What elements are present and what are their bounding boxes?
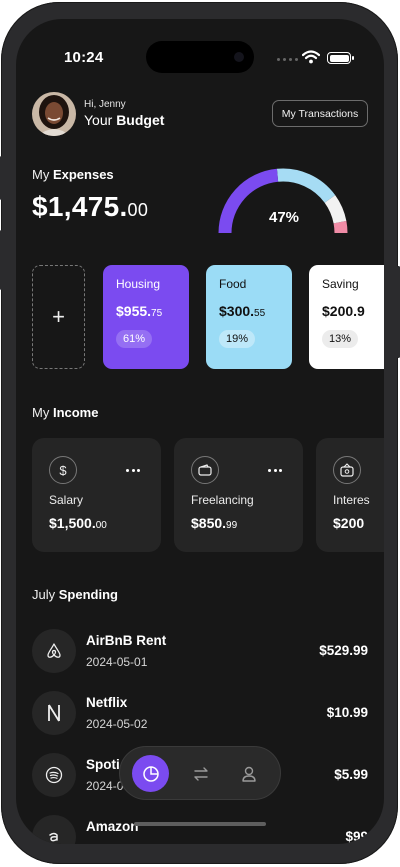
income-amount: $200 [333, 515, 365, 531]
income-section-title: My Income [32, 405, 99, 420]
expenses-total: $1,475.00 [32, 191, 149, 222]
spending-amount: $529.99 [319, 643, 368, 658]
income-card-interest[interactable]: Interes $200 [316, 438, 384, 552]
category-name: Saving [322, 277, 359, 291]
nav-profile-icon[interactable] [238, 763, 260, 785]
spending-amount: $10.99 [326, 705, 368, 720]
netflix-icon [32, 691, 76, 735]
spotify-icon [32, 753, 76, 797]
wifi-icon [302, 50, 320, 64]
app-screen: 10:24 Hi, Jenny Your Budget My Transacti… [16, 19, 384, 844]
income-amount: $1,500.00 [49, 515, 107, 531]
status-time: 10:24 [64, 49, 104, 66]
category-amount: $955.75 [116, 303, 163, 319]
category-percent-badge: 13% [322, 330, 359, 348]
category-percent-badge: 19% [219, 330, 256, 348]
phone-side-button [0, 230, 3, 290]
income-label: Salary [49, 493, 84, 507]
spending-row[interactable]: Amazon $99 [32, 815, 368, 844]
spending-name: Netflix [86, 695, 128, 710]
income-card-salary[interactable]: $ Salary $1,500.00 [32, 438, 161, 552]
category-amount: $300.55 [219, 303, 266, 319]
dollar-icon: $ [49, 456, 77, 484]
camera-icon [234, 52, 244, 62]
more-options-icon[interactable] [268, 469, 282, 472]
page-title: Your Budget [84, 112, 165, 128]
wallet-icon [191, 456, 219, 484]
spending-date: 2024-0 [86, 779, 124, 793]
spending-amount: $99 [345, 829, 368, 844]
nav-transfer-icon[interactable] [190, 763, 212, 785]
spending-amount: $5.99 [334, 767, 368, 782]
bottom-nav-bar [119, 746, 281, 800]
expenses-gauge-percent: 47% [268, 209, 300, 226]
avatar[interactable] [32, 92, 76, 136]
expenses-section-title: My Expenses [32, 167, 114, 182]
spending-name: Spoti [86, 757, 120, 772]
category-name: Housing [116, 277, 161, 291]
spending-row[interactable]: Netflix 2024-05-02 $10.99 [32, 691, 368, 737]
spending-name: Amazon [86, 819, 139, 834]
income-label: Freelancing [191, 493, 254, 507]
spending-row[interactable]: AirBnB Rent 2024-05-01 $529.99 [32, 629, 368, 675]
interest-wallet-icon [333, 456, 361, 484]
more-options-icon[interactable] [126, 469, 140, 472]
signal-icon [277, 58, 298, 61]
category-card-food[interactable]: Food $300.55 19% [206, 265, 292, 369]
spending-date: 2024-05-01 [86, 655, 148, 669]
spending-section-title: July Spending [32, 587, 118, 602]
battery-icon [327, 52, 354, 64]
income-amount: $850.99 [191, 515, 238, 531]
greeting-text: Hi, Jenny [84, 99, 126, 110]
airbnb-icon [32, 629, 76, 673]
my-transactions-button[interactable]: My Transactions [272, 100, 368, 127]
category-card-saving[interactable]: Saving $200.9 13% [309, 265, 384, 369]
income-label: Interes [333, 493, 370, 507]
amazon-icon [32, 815, 76, 844]
home-indicator [134, 822, 266, 826]
nav-home-chart-icon[interactable] [132, 755, 169, 792]
category-percent-badge: 61% [116, 330, 153, 348]
dynamic-island [146, 41, 254, 73]
category-amount: $200.9 [322, 303, 365, 319]
phone-side-button [0, 156, 3, 200]
spending-name: AirBnB Rent [86, 633, 167, 648]
expenses-gauge [218, 168, 348, 234]
category-card-housing[interactable]: Housing $955.75 61% [103, 265, 189, 369]
spending-date: 2024-05-02 [86, 717, 148, 731]
category-name: Food [219, 277, 247, 291]
income-card-freelancing[interactable]: Freelancing $850.99 [174, 438, 303, 552]
add-category-button[interactable]: + [32, 265, 85, 369]
avatar-photo [32, 92, 76, 136]
